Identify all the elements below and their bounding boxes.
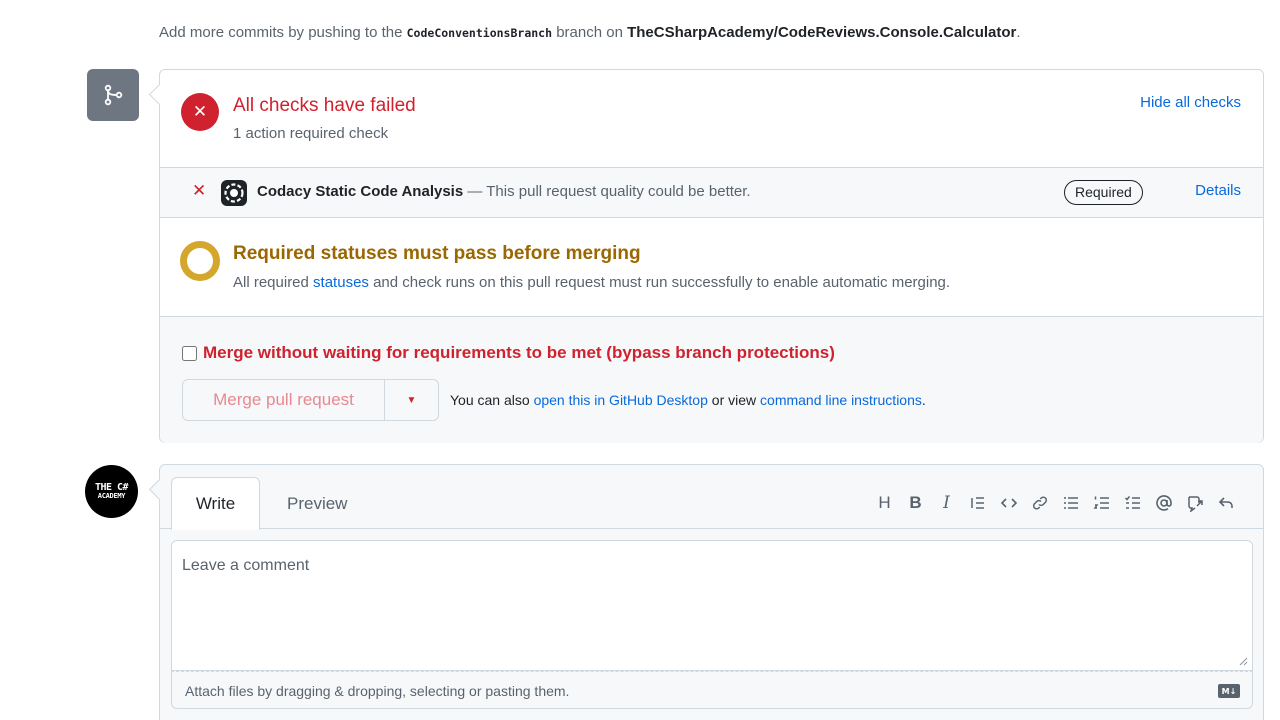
check-row-codacy: ✕ Codacy Static Code Analysis — This pul… — [160, 168, 1263, 218]
codacy-logo-icon — [221, 180, 247, 206]
code-icon[interactable] — [993, 489, 1024, 517]
status-sub-suffix: and check runs on this pull request must… — [373, 274, 951, 291]
statuses-link[interactable]: statuses — [313, 274, 369, 291]
merge-pull-request-button[interactable]: Merge pull request — [183, 380, 385, 420]
hide-all-checks-link[interactable]: Hide all checks — [1140, 94, 1241, 111]
required-badge: Required — [1064, 180, 1143, 205]
merge-actions-section: Merge without waiting for requirements t… — [160, 317, 1263, 443]
check-details-link[interactable]: Details — [1195, 182, 1241, 199]
command-line-instructions-link[interactable]: command line instructions — [760, 392, 922, 408]
italic-icon[interactable]: I — [931, 489, 962, 517]
checks-title: All checks have failed — [233, 95, 416, 116]
note-middle: branch on — [556, 24, 623, 41]
push-commits-note: Add more commits by pushing to the CodeC… — [159, 24, 1021, 41]
resize-handle-icon[interactable] — [1239, 657, 1248, 666]
repo-name: TheCSharpAcademy/CodeReviews.Console.Cal… — [627, 24, 1017, 41]
merge-method-dropdown-caret-icon[interactable]: ▼ — [385, 380, 438, 420]
note-suffix: . — [1016, 24, 1021, 41]
task-list-icon[interactable] — [1117, 489, 1148, 517]
tab-preview[interactable]: Preview — [287, 494, 347, 514]
ordered-list-icon[interactable] — [1086, 489, 1117, 517]
required-statuses-title: Required statuses must pass before mergi… — [233, 243, 641, 264]
check-name: Codacy Static Code Analysis — [257, 183, 464, 200]
open-in-desktop-link[interactable]: open this in GitHub Desktop — [534, 392, 708, 408]
pending-status-icon — [180, 241, 220, 281]
merge-box: ✕ All checks have failed 1 action requir… — [159, 69, 1264, 443]
heading-icon[interactable]: H — [869, 489, 900, 517]
merge-help-suffix: . — [921, 392, 926, 408]
attach-files-text: Attach files by dragging & dropping, sel… — [185, 683, 570, 699]
check-description: — This pull request quality could be bet… — [467, 183, 751, 200]
checks-summary: ✕ All checks have failed 1 action requir… — [160, 70, 1263, 168]
checks-subtitle: 1 action required check — [233, 125, 389, 142]
merge-help-prefix: You can also — [450, 392, 530, 408]
tab-divider — [160, 528, 1263, 529]
check-failed-x-icon: ✕ — [192, 181, 207, 200]
status-sub-prefix: All required — [233, 274, 309, 291]
comment-box: Write Preview H B I Leave a comment Atta… — [159, 464, 1264, 720]
note-prefix: Add more commits by pushing to the — [159, 24, 403, 41]
unordered-list-icon[interactable] — [1055, 489, 1086, 517]
required-statuses-section: Required statuses must pass before mergi… — [160, 218, 1263, 317]
check-row-text: Codacy Static Code Analysis — This pull … — [257, 183, 751, 200]
git-merge-icon — [87, 69, 139, 121]
bold-icon[interactable]: B — [900, 489, 931, 517]
quote-icon[interactable] — [962, 489, 993, 517]
required-statuses-subtitle: All required statuses and check runs on … — [233, 274, 950, 291]
reply-icon[interactable] — [1210, 489, 1241, 517]
markdown-toolbar: H B I — [869, 489, 1241, 517]
comment-textarea-container — [171, 540, 1253, 671]
tab-write[interactable]: Write — [171, 477, 260, 530]
merge-button-group: Merge pull request ▼ — [182, 379, 439, 421]
avatar-line2: ACADEMY — [97, 492, 126, 500]
comment-textarea[interactable] — [172, 541, 1252, 670]
failed-x-icon: ✕ — [181, 93, 219, 131]
bypass-label: Merge without waiting for requirements t… — [203, 343, 835, 362]
merge-help-middle: or view — [711, 392, 757, 408]
bypass-option[interactable]: Merge without waiting for requirements t… — [182, 343, 835, 363]
user-avatar[interactable]: THE C# ACADEMY — [85, 465, 138, 518]
cross-reference-icon[interactable] — [1179, 489, 1210, 517]
merge-help-text: You can also open this in GitHub Desktop… — [450, 392, 926, 408]
markdown-icon[interactable]: M↓ — [1218, 684, 1240, 698]
branch-name: CodeConventionsBranch — [406, 26, 553, 40]
bypass-checkbox[interactable] — [182, 345, 197, 361]
attach-files-bar[interactable]: Attach files by dragging & dropping, sel… — [171, 671, 1253, 709]
mention-icon[interactable] — [1148, 489, 1179, 517]
link-icon[interactable] — [1024, 489, 1055, 517]
